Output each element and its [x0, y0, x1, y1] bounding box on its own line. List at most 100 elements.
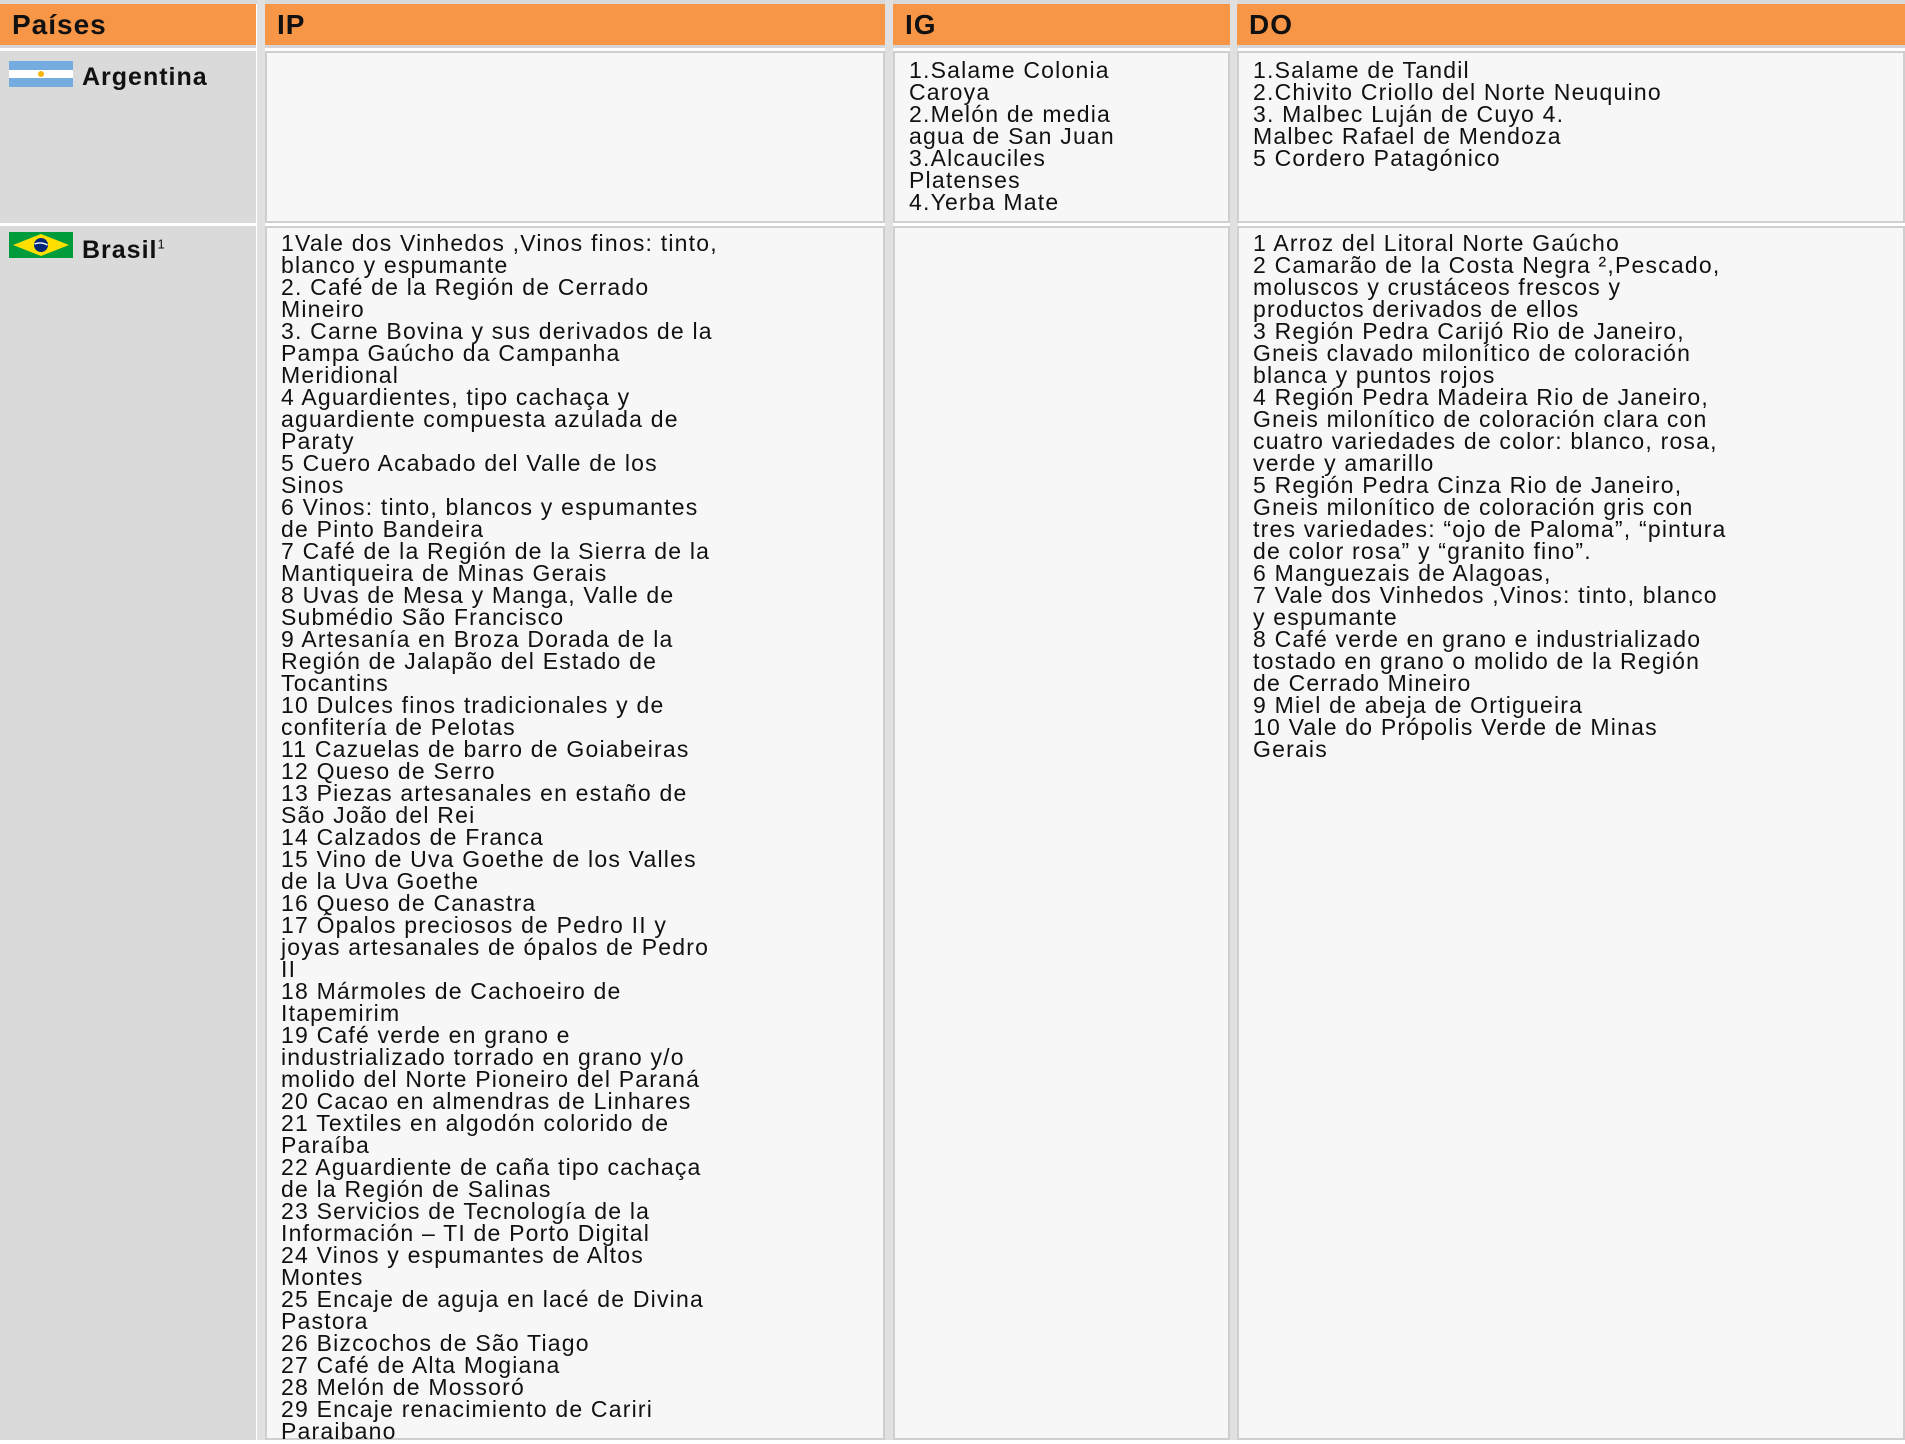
list-item: Sinos	[281, 472, 345, 498]
list-item: Gneis clavado milonítico de coloración	[1253, 340, 1692, 366]
list-item: 1.Salame de Tandil	[1253, 57, 1470, 83]
list-item: de Pinto Bandeira	[281, 516, 485, 542]
list-item: 14 Calzados de Franca	[281, 824, 545, 850]
column-separator	[257, 0, 265, 1440]
list-item: Platenses	[909, 167, 1021, 193]
do-list: 1 Arroz del Litoral Norte Gaúcho 2 Camarã…	[1253, 230, 1895, 762]
do-cell-brasil: 1 Arroz del Litoral Norte Gaúcho 2 Camarã…	[1237, 226, 1905, 1440]
list-item: 8 Uvas de Mesa y Manga, Valle de	[281, 582, 675, 608]
list-item: Tocantins	[281, 670, 389, 696]
country-name: Argentina	[82, 63, 208, 91]
ip-list: 1Vale dos Vinhedos ,Vinos finos: tinto, b…	[281, 230, 875, 1444]
list-item: 17 Ópalos preciosos de Pedro II y	[281, 912, 668, 938]
list-item: 24 Vinos y espumantes de Altos	[281, 1242, 644, 1268]
ig-list: 1.Salame Colonia Caroya 2.Melón de media ag…	[909, 57, 1220, 214]
list-item: 15 Vino de Uva Goethe de los Valles	[281, 846, 697, 872]
list-item: 8 Café verde en grano e industrializado	[1253, 626, 1702, 652]
ip-cell-argentina	[265, 51, 885, 223]
list-item: y espumante	[1253, 604, 1398, 630]
list-item: verde y amarillo	[1253, 450, 1435, 476]
list-item: Submédio São Francisco	[281, 604, 565, 630]
list-item: Información – TI de Porto Digital	[281, 1220, 651, 1246]
list-item: 9 Miel de abeja de Ortigueira	[1253, 692, 1584, 718]
header-ip: IP	[265, 4, 885, 48]
list-item: 26 Bizcochos de São Tiago	[281, 1330, 590, 1356]
list-item: 16 Queso de Canastra	[281, 890, 537, 916]
column-separator	[885, 0, 893, 1440]
header-paises: Países	[0, 4, 256, 48]
list-item: cuatro variedades de color: blanco, rosa…	[1253, 428, 1718, 454]
list-item: 3. Malbec Luján de Cuyo 4.	[1253, 101, 1565, 127]
list-item: 11 Cazuelas de barro de Goiabeiras	[281, 736, 690, 762]
ip-cell-brasil: 1Vale dos Vinhedos ,Vinos finos: tinto, b…	[265, 226, 885, 1444]
list-item: Montes	[281, 1264, 364, 1290]
list-item: 20 Cacao en almendras de Linhares	[281, 1088, 692, 1114]
list-item: II	[281, 956, 297, 982]
list-item: Gerais	[1253, 736, 1328, 762]
list-item: confitería de Pelotas	[281, 714, 516, 740]
country-name: Brasil1	[82, 236, 166, 264]
list-item: tres variedades: “ojo de Paloma”, “pintu…	[1253, 516, 1727, 542]
list-item: Mineiro	[281, 296, 365, 322]
list-item: 1Vale dos Vinhedos ,Vinos finos: tinto,	[281, 230, 718, 256]
list-item: 4 Aguardientes, tipo cachaça y	[281, 384, 631, 410]
list-item: industrializado torrado en grano y/o	[281, 1044, 685, 1070]
list-item: de color rosa” y “granito fino”.	[1253, 538, 1592, 564]
list-item: molido del Norte Pioneiro del Paraná	[281, 1066, 701, 1092]
header-label: Países	[12, 9, 107, 40]
list-item: Malbec Rafael de Mendoza	[1253, 123, 1562, 149]
list-item: 2. Café de la Región de Cerrado	[281, 274, 650, 300]
list-item: Región de Jalapão del Estado de	[281, 648, 658, 674]
list-item: 3.Alcauciles	[909, 145, 1047, 171]
list-item: São João del Rei	[281, 802, 476, 828]
list-item: 1.Salame Colonia	[909, 57, 1110, 83]
list-item: 2.Chivito Criollo del Norte Neuquino	[1253, 79, 1662, 105]
list-item: 6 Vinos: tinto, blancos y espumantes	[281, 494, 699, 520]
country-cell-argentina: Argentina	[0, 51, 256, 223]
list-item: de la Región de Salinas	[281, 1176, 552, 1202]
list-item: 2.Melón de media	[909, 101, 1112, 127]
list-item: 2 Camarão de la Costa Negra ²,Pescado,	[1253, 252, 1721, 278]
list-item: 12 Queso de Serro	[281, 758, 496, 784]
list-item: Caroya	[909, 79, 991, 105]
list-item: 19 Café verde en grano e	[281, 1022, 571, 1048]
list-item: 28 Melón de Mossoró	[281, 1374, 525, 1400]
header-ig: IG	[893, 4, 1230, 48]
list-item: 21 Textiles en algodón colorido de	[281, 1110, 670, 1136]
list-item: tostado en grano o molido de la Región	[1253, 648, 1701, 674]
list-item: 22 Aguardiente de caña tipo cachaça	[281, 1154, 702, 1180]
header-do: DO	[1237, 4, 1905, 48]
list-item: 7 Café de la Región de la Sierra de la	[281, 538, 711, 564]
list-item: 9 Artesanía en Broza Dorada de la	[281, 626, 674, 652]
argentina-flag-icon	[9, 61, 73, 87]
list-item: 7 Vale dos Vinhedos ,Vinos: tinto, blanc…	[1253, 582, 1718, 608]
list-item: agua de San Juan	[909, 123, 1115, 149]
list-item: Paraíba	[281, 1132, 370, 1158]
list-item: 10 Dulces finos tradicionales y de	[281, 692, 665, 718]
list-item: Pastora	[281, 1308, 369, 1334]
list-item: de la Uva Goethe	[281, 868, 480, 894]
list-item: moluscos y crustáceos frescos y	[1253, 274, 1622, 300]
list-item: Pampa Gaúcho da Campanha	[281, 340, 621, 366]
header-label: IP	[277, 9, 306, 40]
list-item: 1 Arroz del Litoral Norte Gaúcho	[1253, 230, 1620, 256]
list-item: 3 Región Pedra Carijó Rio de Janeiro,	[1253, 318, 1685, 344]
list-item: Paraty	[281, 428, 355, 454]
header-label: DO	[1249, 9, 1293, 40]
list-item: Itapemirim	[281, 1000, 401, 1026]
country-cell-brasil: Brasil1	[0, 226, 256, 1440]
list-item: aguardiente compuesta azulada de	[281, 406, 679, 432]
list-item: Paraibano	[281, 1418, 397, 1444]
list-item: productos derivados de ellos	[1253, 296, 1580, 322]
list-item: de Cerrado Mineiro	[1253, 670, 1472, 696]
list-item: 5 Región Pedra Cinza Rio de Janeiro,	[1253, 472, 1683, 498]
list-item: 25 Encaje de aguja en lacé de Divina	[281, 1286, 704, 1312]
list-item: Gneis milonítico de coloración gris con	[1253, 494, 1694, 520]
list-item: 3. Carne Bovina y sus derivados de la	[281, 318, 713, 344]
list-item: 6 Manguezais de Alagoas,	[1253, 560, 1552, 586]
ig-cell-argentina: 1.Salame Colonia Caroya 2.Melón de media ag…	[893, 51, 1230, 223]
footnote-marker: 1	[157, 236, 166, 252]
ig-cell-brasil	[893, 226, 1230, 1440]
list-item: 23 Servicios de Tecnología de la	[281, 1198, 651, 1224]
list-item: 4 Región Pedra Madeira Rio de Janeiro,	[1253, 384, 1710, 410]
